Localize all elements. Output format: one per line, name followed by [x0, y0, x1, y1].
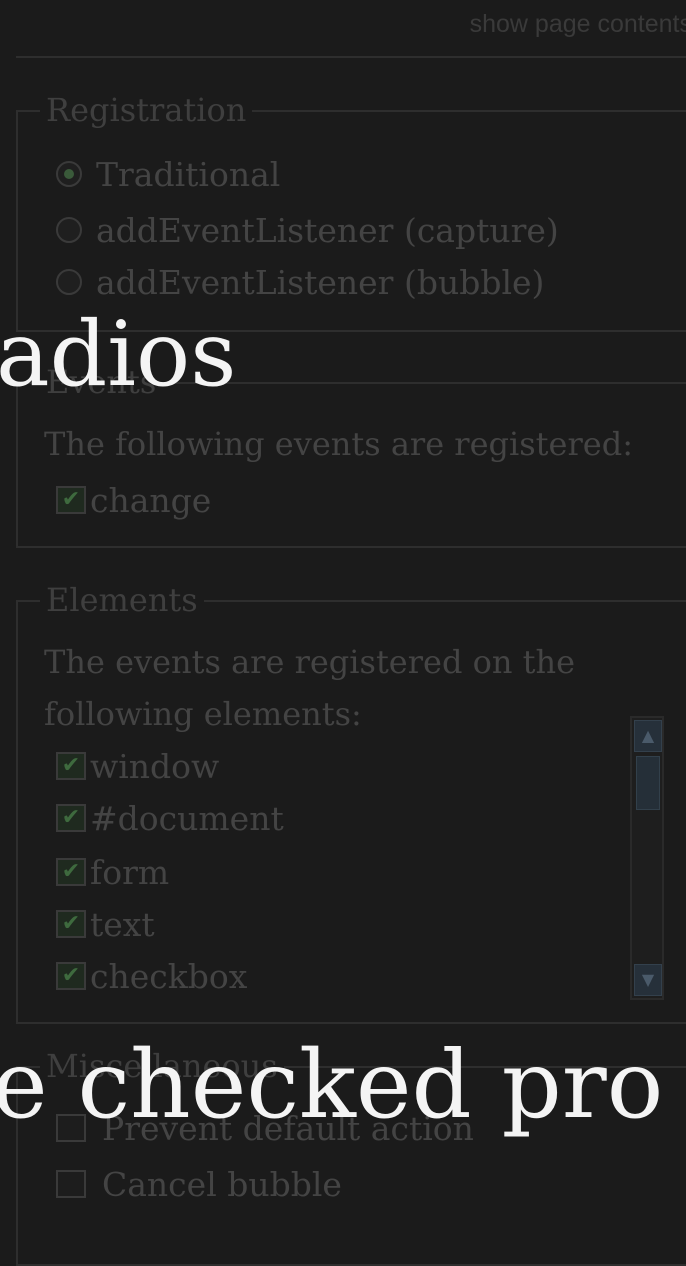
scrollbar-thumb[interactable] — [636, 756, 660, 810]
checkbox-checked-icon[interactable]: ✔ — [56, 962, 86, 990]
elements-description-line1: The events are registered on the — [44, 643, 576, 681]
show-page-contents-link[interactable]: show page contents — [470, 10, 686, 39]
checkbox-label: window — [90, 746, 220, 786]
checkbox-label: #document — [90, 798, 284, 838]
checkbox-checked-icon[interactable]: ✔ — [56, 486, 86, 514]
radio-button[interactable] — [56, 269, 82, 295]
scroll-down-arrow-icon[interactable]: ▼ — [634, 964, 662, 996]
registration-legend: Registration — [40, 92, 253, 128]
element-item-form[interactable]: ✔ form — [56, 852, 169, 892]
overlay-caption-top: adios — [0, 302, 237, 407]
scroll-up-arrow-icon[interactable]: ▲ — [634, 720, 662, 752]
checkbox-label: change — [90, 480, 212, 520]
overlay-caption-bottom: e checked pro — [0, 1031, 664, 1140]
checkbox-checked-icon[interactable]: ✔ — [56, 752, 86, 780]
element-item-text[interactable]: ✔ text — [56, 904, 155, 944]
radio-button[interactable] — [56, 217, 82, 243]
radio-label: addEventListener (capture) — [96, 210, 559, 250]
checkbox-cancel-bubble[interactable]: ✔ Cancel bubble — [56, 1164, 342, 1204]
element-item-document[interactable]: ✔ #document — [56, 798, 284, 838]
element-item-window[interactable]: ✔ window — [56, 746, 219, 786]
checkbox-checked-icon[interactable]: ✔ — [56, 858, 86, 886]
checkbox-label: form — [90, 852, 170, 892]
elements-description-line2: following elements: — [44, 695, 362, 733]
radio-traditional[interactable]: Traditional — [56, 154, 280, 194]
checkbox-change[interactable]: ✔ change — [56, 480, 211, 520]
checkbox-label: checkbox — [90, 956, 248, 996]
elements-legend: Elements — [40, 582, 204, 618]
element-item-checkbox[interactable]: ✔ checkbox — [56, 956, 247, 996]
checkbox-label: text — [90, 904, 155, 944]
checkbox-label: Cancel bubble — [102, 1164, 342, 1204]
radio-label: addEventListener (bubble) — [96, 262, 545, 302]
elements-fieldset: Elements The events are registered on th… — [16, 582, 686, 1024]
checkbox-unchecked-icon[interactable]: ✔ — [56, 1170, 86, 1198]
radio-capture[interactable]: addEventListener (capture) — [56, 210, 559, 250]
elements-list-scrollbar[interactable]: ▲ ▼ — [630, 716, 664, 1000]
radio-label: Traditional — [96, 154, 281, 194]
checkbox-checked-icon[interactable]: ✔ — [56, 910, 86, 938]
checkbox-checked-icon[interactable]: ✔ — [56, 804, 86, 832]
events-description: The following events are registered: — [44, 425, 633, 463]
radio-bubble[interactable]: addEventListener (bubble) — [56, 262, 544, 302]
header-divider — [16, 56, 686, 58]
registration-fieldset: Registration Traditional addEventListene… — [16, 92, 686, 332]
radio-button-selected[interactable] — [56, 161, 82, 187]
